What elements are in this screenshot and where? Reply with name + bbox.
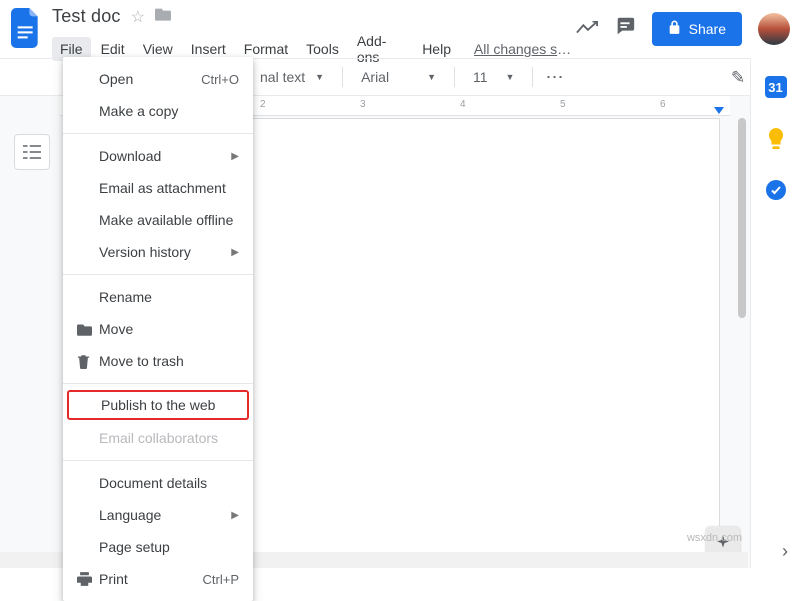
menu-email-collaborators: Email collaborators — [63, 422, 253, 454]
file-menu-dropdown: Open Ctrl+O Make a copy Download ▶ Email… — [63, 57, 253, 601]
toolbar-more[interactable]: ⋯ — [545, 67, 565, 88]
document-title[interactable]: Test doc — [52, 6, 121, 27]
vertical-scrollbar[interactable] — [738, 118, 748, 538]
menu-email-attachment[interactable]: Email as attachment — [63, 172, 253, 204]
menu-move-to-trash[interactable]: Move to trash — [63, 345, 253, 377]
menu-language[interactable]: Language ▶ — [63, 499, 253, 531]
share-button[interactable]: Share — [652, 12, 742, 46]
submenu-arrow-icon: ▶ — [231, 510, 239, 521]
menu-move[interactable]: Move — [63, 313, 253, 345]
move-folder-icon[interactable] — [155, 7, 171, 26]
trash-icon — [77, 354, 99, 369]
menu-download[interactable]: Download ▶ — [63, 140, 253, 172]
right-indent-marker[interactable] — [714, 107, 724, 114]
ruler-tick: 6 — [660, 99, 666, 110]
attribution-text: wsxdn.com — [687, 532, 742, 544]
menu-make-a-copy[interactable]: Make a copy — [63, 95, 253, 127]
ruler-tick: 4 — [460, 99, 466, 110]
account-avatar[interactable] — [758, 13, 790, 45]
font-family-dropdown[interactable]: Arial▼ — [355, 67, 442, 87]
submenu-arrow-icon: ▶ — [231, 247, 239, 258]
keep-addon-icon[interactable] — [765, 128, 787, 150]
menu-version-history[interactable]: Version history ▶ — [63, 236, 253, 268]
star-icon[interactable]: ☆ — [131, 7, 145, 27]
ruler-tick: 5 — [560, 99, 566, 110]
menu-publish-to-web[interactable]: Publish to the web — [67, 390, 249, 420]
menu-page-setup[interactable]: Page setup — [63, 531, 253, 563]
document-outline-toggle[interactable] — [14, 134, 50, 170]
side-panel-collapse-icon[interactable]: › — [782, 541, 788, 562]
share-label: Share — [689, 21, 726, 37]
print-icon — [77, 572, 99, 586]
submenu-arrow-icon: ▶ — [231, 151, 239, 162]
tasks-addon-icon[interactable] — [766, 180, 786, 200]
save-status[interactable]: All changes sav… — [474, 41, 576, 57]
menu-open[interactable]: Open Ctrl+O — [63, 63, 253, 95]
paragraph-style-dropdown[interactable]: nal text▼ — [254, 67, 330, 87]
docs-logo[interactable] — [8, 6, 44, 50]
ruler-tick: 2 — [260, 99, 266, 110]
menu-document-details[interactable]: Document details — [63, 467, 253, 499]
menu-make-available-offline[interactable]: Make available offline — [63, 204, 253, 236]
side-panel: 31 — [750, 58, 800, 568]
folder-icon — [77, 323, 99, 336]
activity-icon[interactable] — [576, 18, 598, 41]
menu-rename[interactable]: Rename — [63, 281, 253, 313]
font-size-dropdown[interactable]: 11▼ — [467, 67, 520, 87]
calendar-addon-icon[interactable]: 31 — [765, 76, 787, 98]
comments-icon[interactable] — [614, 15, 636, 43]
lock-icon — [668, 20, 681, 38]
ruler-tick: 3 — [360, 99, 366, 110]
